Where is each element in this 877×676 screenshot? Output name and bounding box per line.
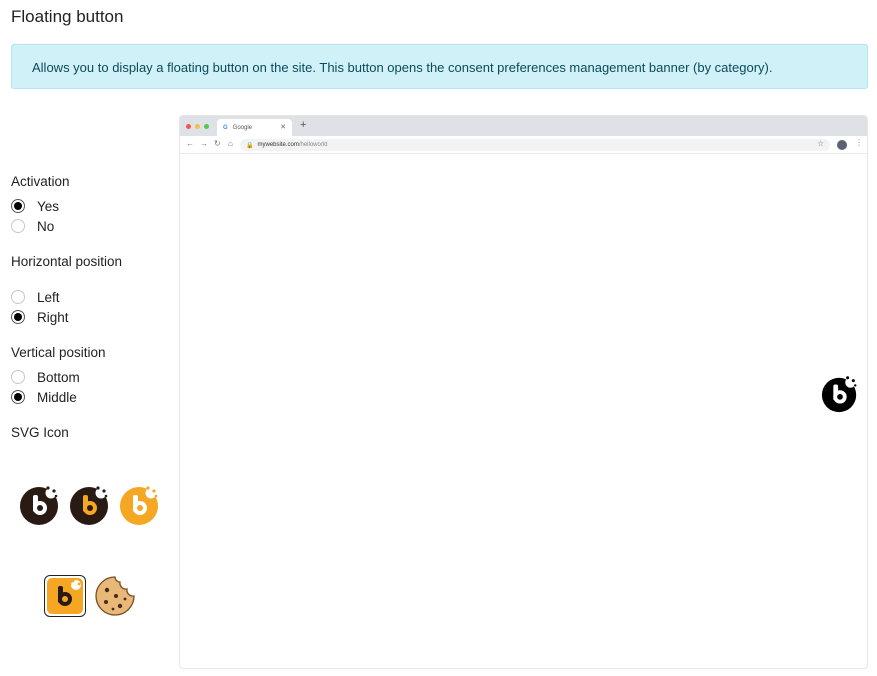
vertical-middle-radio[interactable]: Middle: [11, 388, 77, 406]
lock-icon: 🔒: [246, 142, 254, 149]
horizontal-position-label: Horizontal position: [11, 254, 123, 269]
url-path: /helloworld: [298, 142, 328, 148]
vertical-position-label: Vertical position: [11, 345, 106, 360]
browser-toolbar: ← → ↻ ⌂ 🔒 mywebsite.com/helloworld ☆ ⋮: [180, 136, 867, 154]
radio-indicator[interactable]: [11, 390, 25, 404]
cookie-icon: [95, 576, 135, 616]
home-icon: ⌂: [228, 139, 233, 148]
reload-icon: ↻: [214, 139, 221, 148]
window-minimize-dot: [195, 124, 200, 129]
b-cookie-black-icon: [821, 376, 857, 413]
b-cookie-dark-orange-icon: [70, 486, 108, 525]
new-tab-icon: +: [300, 119, 307, 131]
radio-label: Left: [37, 289, 60, 305]
back-icon: ←: [186, 139, 194, 148]
info-alert-text: Allows you to display a floating button …: [32, 60, 773, 75]
radio-indicator[interactable]: [11, 290, 25, 304]
info-alert: Allows you to display a floating button …: [11, 44, 868, 89]
icon-option-b-orange-square[interactable]: [44, 575, 86, 617]
address-bar: 🔒 mywebsite.com/helloworld: [240, 139, 830, 151]
svg-icon-label: SVG Icon: [11, 425, 69, 440]
vertical-bottom-radio[interactable]: Bottom: [11, 368, 80, 386]
icon-option-b-orange[interactable]: [119, 484, 161, 526]
radio-label: Bottom: [37, 369, 80, 385]
profile-avatar: [837, 140, 847, 150]
browser-tab: G Google ✕: [217, 119, 292, 136]
google-favicon-icon: G: [223, 124, 228, 131]
b-cookie-orange-icon: [120, 486, 158, 525]
radio-label: Yes: [37, 198, 60, 214]
window-maximize-dot: [204, 124, 209, 129]
url-host: mywebsite.com: [257, 142, 299, 148]
forward-icon: →: [200, 139, 208, 148]
radio-indicator[interactable]: [11, 219, 25, 233]
radio-label: Right: [37, 309, 69, 325]
b-cookie-orange-square-icon: [47, 578, 83, 614]
page-title: Floating button: [11, 7, 124, 26]
activation-no-radio[interactable]: No: [11, 217, 54, 235]
tab-title: Google: [232, 124, 253, 131]
horizontal-left-radio[interactable]: Left: [11, 288, 60, 306]
kebab-menu-icon: ⋮: [855, 138, 863, 147]
icon-option-b-dark-orange[interactable]: [69, 484, 111, 526]
browser-tab-strip: G Google ✕ +: [180, 116, 867, 136]
radio-indicator[interactable]: [11, 310, 25, 324]
b-cookie-dark-icon: [20, 486, 58, 525]
window-close-dot: [186, 124, 191, 129]
activation-yes-radio[interactable]: Yes: [11, 197, 59, 215]
radio-label: No: [37, 218, 55, 234]
icon-option-cookie[interactable]: [94, 575, 136, 617]
icon-option-b-dark[interactable]: [19, 484, 61, 526]
bookmark-star-icon: ☆: [817, 139, 825, 148]
floating-consent-button[interactable]: [820, 374, 860, 414]
radio-label: Middle: [37, 389, 77, 405]
radio-indicator[interactable]: [11, 370, 25, 384]
horizontal-right-radio[interactable]: Right: [11, 308, 69, 326]
radio-indicator[interactable]: [11, 199, 25, 213]
tab-close-icon: ✕: [280, 124, 286, 131]
activation-label: Activation: [11, 174, 70, 189]
browser-preview: G Google ✕ + ← → ↻ ⌂ 🔒 mywebsite.com/hel…: [179, 115, 868, 669]
